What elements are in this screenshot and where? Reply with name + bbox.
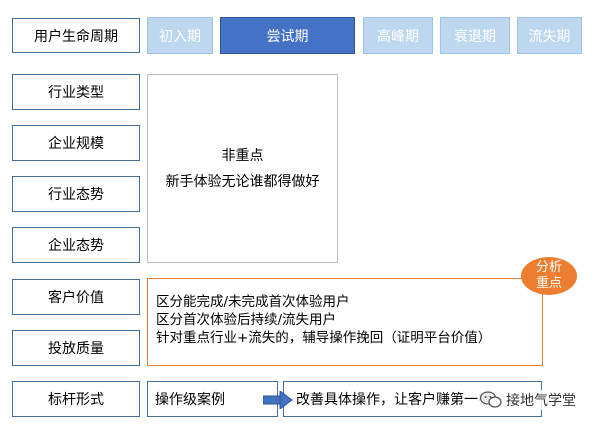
row-benchmark-form: 标杆形式 (12, 381, 140, 417)
row-company-trend: 企业态势 (12, 227, 140, 263)
stage-peak: 高峰期 (363, 17, 433, 54)
operation-case-box: 操作级案例 (147, 381, 278, 417)
non-key-title: 非重点 (221, 147, 264, 164)
stage-decline: 衰退期 (440, 17, 510, 54)
row-customer-value: 客户价值 (12, 279, 140, 315)
row-ad-quality: 投放质量 (12, 330, 140, 366)
row-company-size: 企业规模 (12, 125, 140, 161)
watermark: 接地气学堂 (478, 390, 578, 410)
key-line-2: 区分首次体验后持续/流失用户 (156, 312, 337, 328)
row-industry-trend: 行业态势 (12, 176, 140, 212)
row-industry-type: 行业类型 (12, 74, 140, 110)
stage-initial: 初入期 (147, 17, 213, 54)
wechat-icon (480, 391, 502, 408)
key-line-3: 针对重点行业+流失的，辅导操作挽回（证明平台价值） (156, 330, 492, 346)
key-line-1: 区分能完成/未完成首次体验用户 (156, 294, 350, 310)
stage-trial: 尝试期 (220, 17, 355, 54)
lifecycle-title: 用户生命周期 (12, 18, 140, 53)
key-analysis-panel: 区分能完成/未完成首次体验用户 区分首次体验后持续/流失用户 针对重点行业+流失… (147, 278, 543, 366)
stage-churn: 流失期 (517, 17, 582, 54)
right-arrow-icon (263, 391, 293, 409)
analysis-focus-badge: 分析 重点 (521, 257, 577, 295)
non-key-panel: 非重点 新手体验无论谁都得做好 (147, 74, 338, 263)
non-key-text: 新手体验无论谁都得做好 (165, 173, 320, 190)
badge-line-2: 重点 (535, 276, 562, 291)
watermark-text: 接地气学堂 (506, 393, 576, 409)
badge-line-1: 分析 (535, 260, 562, 275)
